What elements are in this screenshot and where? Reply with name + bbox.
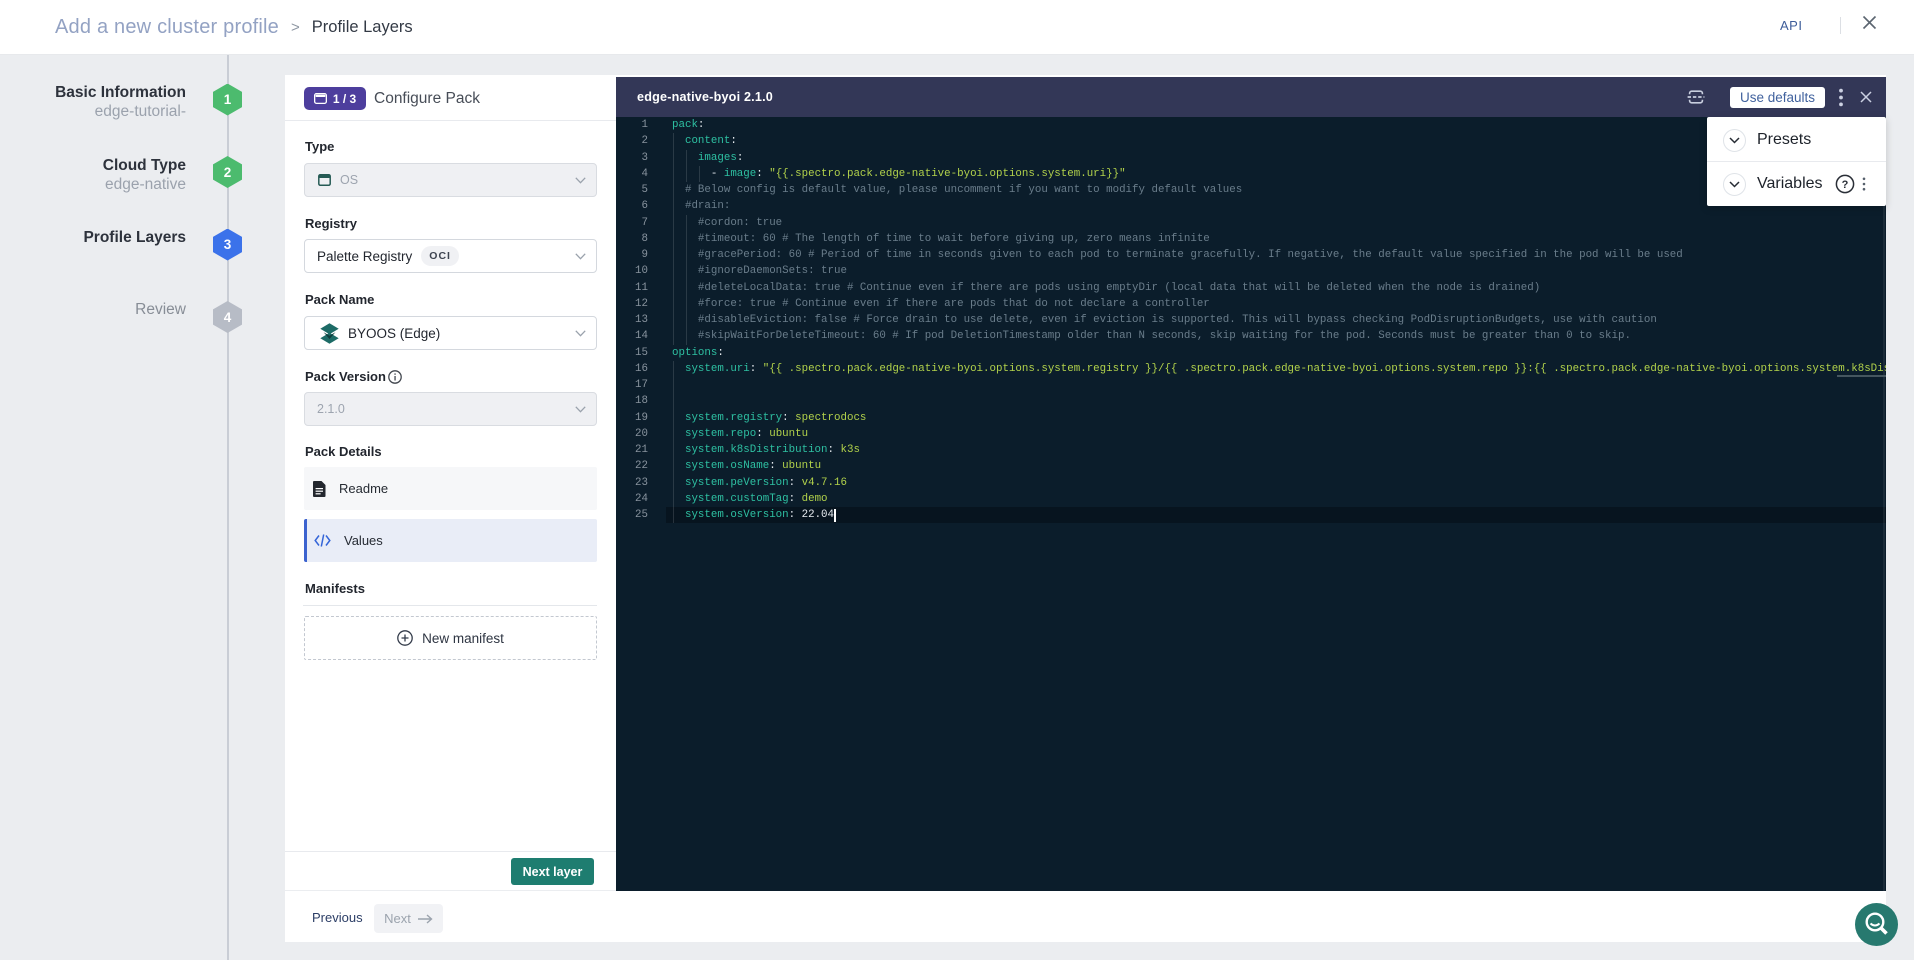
svg-text:?: ? xyxy=(1841,179,1848,191)
